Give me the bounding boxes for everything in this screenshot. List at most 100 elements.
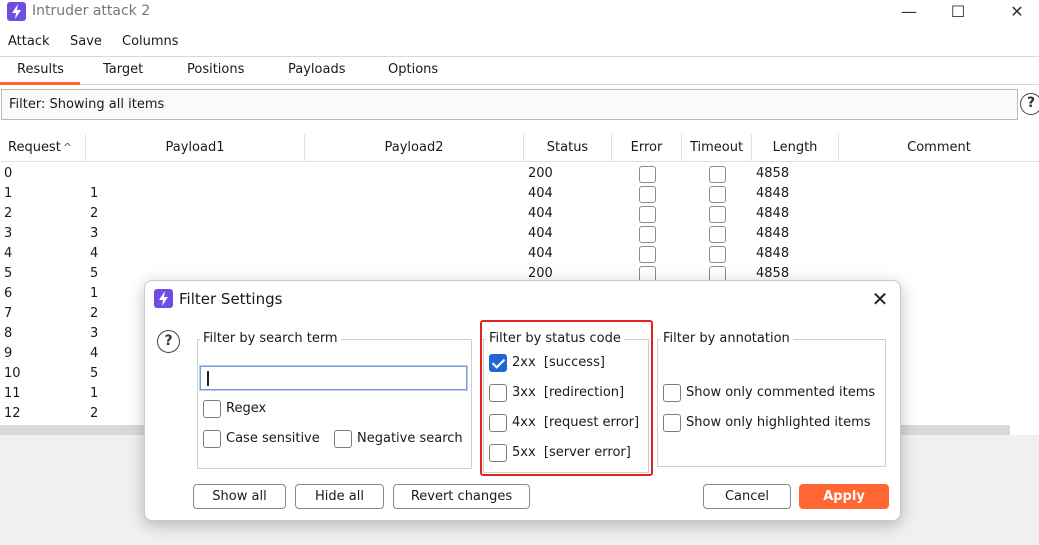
minimize-button[interactable]: — — [894, 2, 924, 22]
table-row[interactable]: 4 4 404 4848 — [0, 245, 1039, 265]
cell-payload1: 1 — [90, 286, 99, 301]
tab-options[interactable]: Options — [388, 62, 438, 77]
apply-button[interactable]: Apply — [799, 484, 889, 509]
column-header-request[interactable]: Request ^ — [0, 134, 86, 162]
cell-request: 2 — [4, 206, 13, 221]
commented-items-checkbox[interactable]: Show only commented items — [663, 383, 883, 403]
case-sensitive-checkbox[interactable]: Case sensitive — [203, 429, 323, 449]
commented-items-label: Show only commented items — [686, 385, 876, 400]
help-icon[interactable]: ? — [157, 330, 180, 353]
cell-status: 404 — [528, 186, 553, 201]
column-header-timeout[interactable]: Timeout — [682, 134, 752, 162]
table-row[interactable]: 2 2 404 4848 — [0, 205, 1039, 225]
cell-request: 5 — [4, 266, 13, 281]
error-checkbox — [639, 226, 656, 243]
cell-request: 3 — [4, 226, 13, 241]
column-header-payload1[interactable]: Payload1 — [86, 134, 305, 162]
cell-payload1: 3 — [90, 226, 99, 241]
maximize-button[interactable]: ☐ — [943, 2, 973, 22]
highlighted-items-checkbox-box[interactable] — [663, 414, 681, 432]
text-caret — [207, 371, 209, 386]
cell-length: 4848 — [756, 226, 790, 241]
regex-checkbox[interactable]: Regex — [203, 399, 293, 419]
cell-payload1: 2 — [90, 306, 99, 321]
burp-logo-icon — [7, 2, 26, 21]
error-checkbox — [639, 166, 656, 183]
table-row[interactable]: 0 200 4858 — [0, 165, 1039, 185]
cell-payload1: 4 — [90, 346, 99, 361]
active-tab-indicator — [0, 82, 80, 85]
tab-payloads[interactable]: Payloads — [288, 62, 345, 77]
filter-bar[interactable]: Filter: Showing all items — [1, 89, 1018, 120]
column-header-payload2[interactable]: Payload2 — [305, 134, 524, 162]
burp-logo-icon — [154, 289, 173, 308]
scrollbar-corner — [1010, 425, 1039, 435]
cell-payload1: 5 — [90, 366, 99, 381]
sort-ascending-icon: ^ — [62, 141, 73, 154]
cell-request: 0 — [4, 166, 13, 181]
column-header-comment[interactable]: Comment — [839, 134, 1039, 162]
annotation-group-title: Filter by annotation — [660, 331, 793, 346]
menu-attack[interactable]: Attack — [8, 34, 50, 49]
cell-status: 200 — [528, 266, 553, 281]
help-icon[interactable]: ? — [1020, 93, 1039, 115]
search-term-group-title: Filter by search term — [200, 331, 341, 346]
cell-request: 1 — [4, 186, 13, 201]
cell-length: 4858 — [756, 166, 790, 181]
column-header-status[interactable]: Status — [524, 134, 612, 162]
table-row[interactable]: 1 1 404 4848 — [0, 185, 1039, 205]
column-header-length[interactable]: Length — [752, 134, 839, 162]
cell-request: 10 — [4, 366, 21, 381]
negative-search-checkbox[interactable]: Negative search — [334, 429, 469, 449]
case-sensitive-label: Case sensitive — [226, 431, 320, 446]
error-checkbox — [639, 186, 656, 203]
cell-payload1: 1 — [90, 186, 99, 201]
window-title: Intruder attack 2 — [32, 3, 151, 19]
cell-length: 4848 — [756, 246, 790, 261]
show-all-button[interactable]: Show all — [193, 484, 286, 509]
cell-payload1: 5 — [90, 266, 99, 281]
negative-search-checkbox-box[interactable] — [334, 430, 352, 448]
dialog-title: Filter Settings — [179, 290, 283, 308]
error-checkbox — [639, 206, 656, 223]
timeout-checkbox — [709, 166, 726, 183]
search-input[interactable] — [200, 366, 467, 390]
cell-payload1: 4 — [90, 246, 99, 261]
filter-bar-text: Filter: Showing all items — [9, 97, 165, 112]
filter-settings-dialog: Filter Settings ✕ ? Filter by search ter… — [144, 280, 901, 521]
cell-length: 4858 — [756, 266, 790, 281]
cell-request: 8 — [4, 326, 13, 341]
cancel-button[interactable]: Cancel — [703, 484, 791, 509]
table-row[interactable]: 3 3 404 4848 — [0, 225, 1039, 245]
menu-columns[interactable]: Columns — [122, 34, 179, 49]
cell-status: 404 — [528, 226, 553, 241]
title-bar: Intruder attack 2 — ☐ ✕ — [0, 0, 1039, 26]
hide-all-button[interactable]: Hide all — [295, 484, 384, 509]
cell-request: 7 — [4, 306, 13, 321]
case-sensitive-checkbox-box[interactable] — [203, 430, 221, 448]
commented-items-checkbox-box[interactable] — [663, 384, 681, 402]
cell-payload1: 2 — [90, 206, 99, 221]
tab-results[interactable]: Results — [17, 62, 64, 77]
cell-status: 200 — [528, 166, 553, 181]
tab-positions[interactable]: Positions — [187, 62, 244, 77]
timeout-checkbox — [709, 186, 726, 203]
column-header-error[interactable]: Error — [612, 134, 682, 162]
highlighted-items-checkbox[interactable]: Show only highlighted items — [663, 413, 883, 433]
timeout-checkbox — [709, 206, 726, 223]
cell-length: 4848 — [756, 206, 790, 221]
cell-request: 9 — [4, 346, 13, 361]
annotation-group — [657, 339, 886, 467]
cell-payload1: 3 — [90, 326, 99, 341]
close-window-button[interactable]: ✕ — [1002, 2, 1032, 22]
cell-payload1: 2 — [90, 406, 99, 421]
cell-payload1: 1 — [90, 386, 99, 401]
table-header: Request ^ Payload1 Payload2 Status Error … — [0, 134, 1039, 162]
regex-label: Regex — [226, 401, 267, 416]
regex-checkbox-box[interactable] — [203, 400, 221, 418]
close-icon[interactable]: ✕ — [867, 286, 893, 312]
revert-changes-button[interactable]: Revert changes — [393, 484, 530, 509]
menu-save[interactable]: Save — [70, 34, 102, 49]
cell-request: 4 — [4, 246, 13, 261]
tab-target[interactable]: Target — [103, 62, 143, 77]
